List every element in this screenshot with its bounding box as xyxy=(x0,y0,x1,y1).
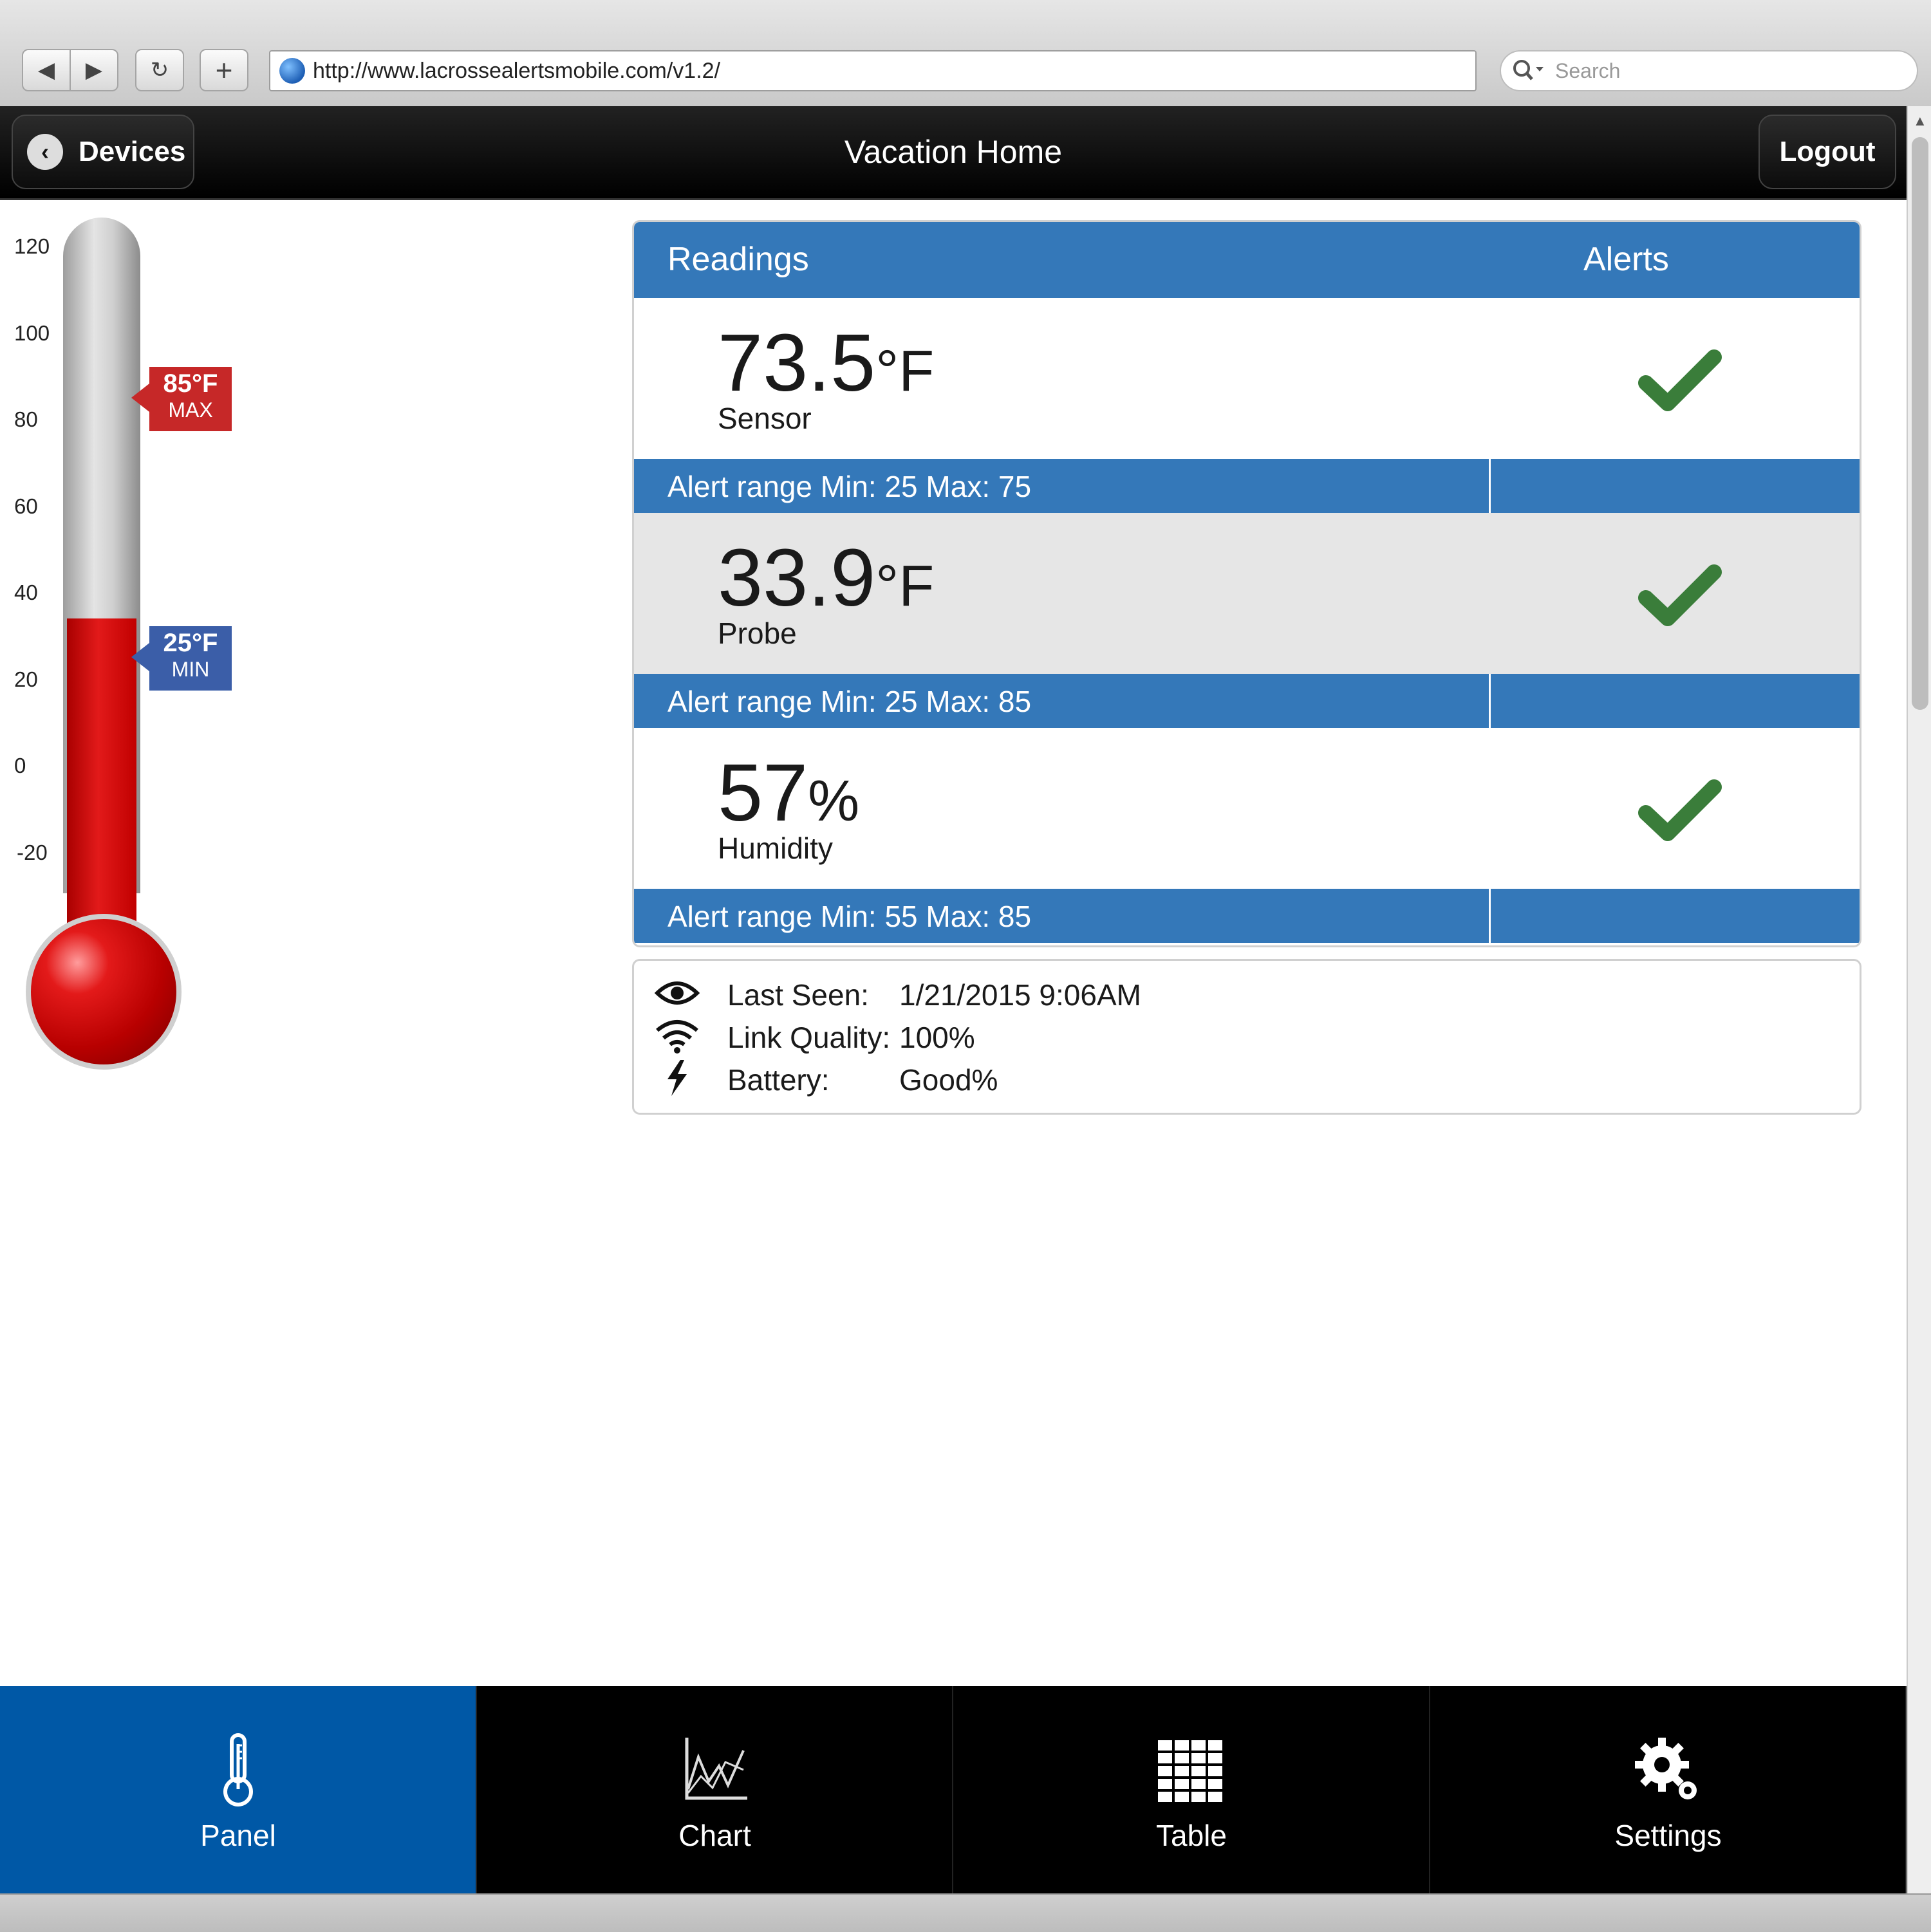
forward-arrow-icon[interactable]: ▶ xyxy=(70,50,117,90)
thermometer-tick-label: 80 xyxy=(14,407,38,432)
reading-name: Sensor xyxy=(718,402,812,435)
last-seen-value: 1/21/2015 9:06AM xyxy=(899,978,1141,1012)
thermometer-tick-label: -20 xyxy=(17,841,48,864)
browser-toolbar: ◀ ▶ ↻ + http://www.lacrossealertsmobile.… xyxy=(0,0,1931,107)
battery-label: Battery: xyxy=(727,1063,830,1097)
new-tab-button[interactable]: + xyxy=(200,49,248,91)
link-quality-label: Link Quality: xyxy=(727,1021,891,1054)
address-bar[interactable]: http://www.lacrossealertsmobile.com/v1.2… xyxy=(269,50,1477,91)
reading-value: 57% xyxy=(718,747,860,838)
thermometer-tick-label: 100 xyxy=(14,320,50,345)
chevron-left-icon: ‹ xyxy=(27,134,63,170)
search-placeholder: Search xyxy=(1555,59,1621,82)
scrollbar-thumb[interactable] xyxy=(1912,137,1928,710)
battery-value: Good% xyxy=(899,1063,998,1097)
thermometer-tick-label: 40 xyxy=(14,581,38,605)
scroll-up-icon[interactable]: ▲ xyxy=(1913,113,1927,129)
reading-name: Humidity xyxy=(718,831,833,865)
reload-button[interactable]: ↻ xyxy=(135,49,184,91)
alert-range-text: Alert range Min: 55 Max: 85 xyxy=(667,900,1032,933)
tab-label: Settings xyxy=(1614,1819,1722,1852)
readings-heading: Readings xyxy=(667,241,809,278)
address-text: http://www.lacrossealertsmobile.com/v1.2… xyxy=(313,58,721,83)
alerts-heading: Alerts xyxy=(1583,241,1669,278)
min-flag-label: MIN xyxy=(171,658,210,682)
min-flag: 25°F MIN xyxy=(131,626,232,691)
readings-panel-header: Readings Alerts xyxy=(634,222,1860,298)
history-nav-group: ◀ ▶ xyxy=(22,49,118,91)
alert-range-bar: Alert range Min: 55 Max: 85 xyxy=(634,889,1860,943)
search-icon xyxy=(1513,60,1544,80)
last-seen-label: Last Seen: xyxy=(727,978,869,1012)
eye-icon xyxy=(655,981,700,1005)
min-flag-value: 25°F xyxy=(163,629,218,658)
alert-range-text: Alert range Min: 25 Max: 85 xyxy=(667,685,1032,718)
reading-row-sensor[interactable]: 73.5°F Sensor xyxy=(634,298,1860,459)
reading-row-humidity[interactable]: 57% Humidity xyxy=(634,728,1860,889)
search-field[interactable]: Search xyxy=(1500,50,1918,91)
reload-icon: ↻ xyxy=(150,58,169,82)
devices-back-button[interactable]: ‹ Devices xyxy=(12,115,194,189)
tab-settings[interactable]: Settings xyxy=(1430,1686,1907,1893)
device-status-box: Last Seen: 1/21/2015 9:06AM Link Quality… xyxy=(632,959,1861,1115)
tab-chart[interactable]: Chart xyxy=(477,1686,953,1893)
divider xyxy=(1489,889,1491,943)
gear-icon xyxy=(1634,1738,1697,1799)
reading-value: 33.9°F xyxy=(718,532,935,623)
alert-range-text: Alert range Min: 25 Max: 75 xyxy=(667,470,1032,503)
link-quality-row: Link Quality: 100% xyxy=(634,1014,1860,1056)
max-flag: 85°F MAX xyxy=(131,366,232,431)
reading-value: 73.5°F xyxy=(718,317,935,408)
reading-name: Probe xyxy=(718,617,797,650)
check-icon xyxy=(1638,564,1722,626)
link-quality-value: 100% xyxy=(899,1021,975,1054)
tab-panel[interactable]: Panel xyxy=(0,1686,477,1893)
thermometer-tick-label: 20 xyxy=(14,667,38,691)
logout-button[interactable]: Logout xyxy=(1758,115,1896,189)
check-icon xyxy=(1638,779,1722,841)
devices-back-label: Devices xyxy=(79,136,186,167)
table-icon xyxy=(1158,1740,1222,1802)
check-icon xyxy=(1638,349,1722,411)
thermometer-tick-label: 60 xyxy=(14,494,38,518)
readings-panel: Readings Alerts 73.5°F Sensor Alert rang… xyxy=(632,220,1861,947)
thermometer-gauge: 120 100 80 60 40 20 0 -20 85°F MAX 25°F MIN xyxy=(0,200,270,1070)
divider xyxy=(1489,459,1491,513)
thermometer-bulb xyxy=(26,914,182,1070)
vertical-scrollbar[interactable]: ▲ xyxy=(1907,106,1931,1895)
last-seen-row: Last Seen: 1/21/2015 9:06AM xyxy=(634,971,1860,1014)
tab-label: Panel xyxy=(200,1819,276,1852)
page-title: Vacation Home xyxy=(844,134,1063,170)
thermometer-tick-label: 0 xyxy=(14,754,26,778)
divider xyxy=(1489,674,1491,728)
globe-icon xyxy=(279,58,305,84)
thermometer-icon xyxy=(223,1733,253,1807)
tab-label: Chart xyxy=(678,1819,751,1852)
max-flag-value: 85°F xyxy=(163,369,218,398)
browser-status-bar xyxy=(0,1893,1931,1932)
alert-range-bar: Alert range Min: 25 Max: 85 xyxy=(634,674,1860,728)
chart-icon xyxy=(685,1738,747,1800)
bottom-tab-bar: Panel Chart Table Settings xyxy=(0,1686,1907,1893)
alert-range-bar: Alert range Min: 25 Max: 75 xyxy=(634,459,1860,513)
tab-label: Table xyxy=(1156,1819,1227,1852)
app-header: Vacation Home ‹ Devices Logout xyxy=(0,106,1907,200)
max-flag-label: MAX xyxy=(168,398,213,422)
wifi-icon xyxy=(656,1020,698,1054)
thermometer-tick-label: 120 xyxy=(14,234,50,258)
lightning-icon xyxy=(667,1060,687,1096)
battery-row: Battery: Good% xyxy=(634,1056,1860,1099)
tab-table[interactable]: Table xyxy=(953,1686,1430,1893)
reading-row-probe[interactable]: 33.9°F Probe xyxy=(634,513,1860,674)
back-arrow-icon[interactable]: ◀ xyxy=(23,50,70,90)
plus-icon: + xyxy=(215,53,233,87)
